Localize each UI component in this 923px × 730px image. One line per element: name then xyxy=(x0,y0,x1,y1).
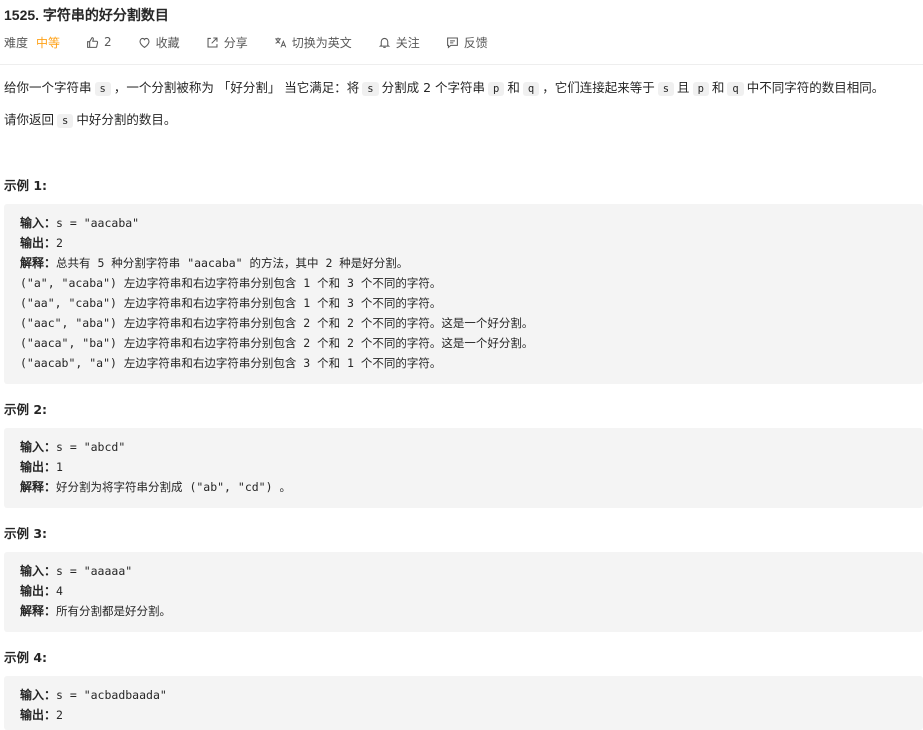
explain-line: 所有分割都是好分割。 xyxy=(56,604,172,618)
feedback-label: 反馈 xyxy=(463,35,488,50)
example-1-block: 输入：s = "aacaba" 输出：2 解释：总共有 5 种分割字符串 "aa… xyxy=(4,204,923,384)
header-divider xyxy=(0,64,923,65)
translate-icon xyxy=(274,37,286,48)
difficulty-label: 难度 xyxy=(4,35,29,50)
thumb-up-icon xyxy=(87,36,99,48)
example-1-title: 示例 1: xyxy=(4,178,48,193)
example-4-block: 输入：s = "acbadbaada" 输出：2 xyxy=(4,676,923,730)
difficulty-badge: 中等 xyxy=(36,35,61,50)
text: ，它们连接起来等于 xyxy=(542,80,655,95)
input-value: s = "acbadbaada" xyxy=(56,688,167,702)
input-label: 输入： xyxy=(20,688,57,702)
feedback-icon xyxy=(446,37,458,49)
inline-code: q xyxy=(522,82,540,96)
feedback-button[interactable]: 反馈 xyxy=(446,34,488,51)
explain-label: 解释： xyxy=(20,604,57,618)
bell-icon xyxy=(378,37,390,48)
translate-button[interactable]: 切换为英文 xyxy=(274,34,352,51)
explain-line: ("aacab", "a") 左边字符串和右边字符串分别包含 3 个和 1 个不… xyxy=(20,356,442,370)
text: 和 xyxy=(507,80,520,95)
follow-label: 关注 xyxy=(395,35,420,50)
inline-code: s xyxy=(57,114,74,128)
share-label: 分享 xyxy=(223,35,248,50)
explain-line: ("aac", "aba") 左边字符串和右边字符串分别包含 2 个和 2 个不… xyxy=(20,316,534,330)
description-paragraph-1: 给你一个字符串 s ，一个分割被称为 「好分割」 当它满足：将 s 分割成 2 个字符串… xyxy=(4,78,884,99)
output-value: 2 xyxy=(56,708,63,722)
text: 请你返回 xyxy=(4,112,55,127)
text: 中不同字符的数目相同。 xyxy=(746,80,885,95)
input-value: s = "abcd" xyxy=(56,440,126,454)
input-value: s = "aacaba" xyxy=(56,216,140,230)
inline-code: p xyxy=(692,82,709,96)
like-button[interactable]: 2 xyxy=(86,35,112,49)
text: 且 xyxy=(677,80,690,95)
example-3-block: 输入：s = "aaaaa" 输出：4 解释：所有分割都是好分割。 xyxy=(4,552,923,632)
text: 分割成 2 个字符串 xyxy=(381,80,486,95)
follow-button[interactable]: 关注 xyxy=(378,34,420,51)
inline-code: q xyxy=(727,82,744,96)
inline-code: s xyxy=(657,82,675,96)
share-icon xyxy=(207,37,218,47)
input-value: s = "aaaaa" xyxy=(56,564,133,578)
output-label: 输出： xyxy=(20,708,57,722)
share-button[interactable]: 分享 xyxy=(206,34,248,51)
example-4-title: 示例 4: xyxy=(4,650,48,665)
input-label: 输入： xyxy=(20,564,57,578)
translate-label: 切换为英文 xyxy=(291,35,352,50)
explain-label: 解释： xyxy=(20,256,57,270)
output-label: 输出： xyxy=(20,584,57,598)
example-2-block: 输入：s = "abcd" 输出：1 解释：好分割为将字符串分割成 ("ab",… xyxy=(4,428,923,508)
example-2-title: 示例 2: xyxy=(4,402,48,417)
inline-code: s xyxy=(94,82,111,96)
explain-line: ("aa", "caba") 左边字符串和右边字符串分别包含 1 个和 3 个不… xyxy=(20,296,442,310)
text: 给你一个字符串 xyxy=(4,80,92,95)
output-label: 输出： xyxy=(20,460,57,474)
text: 和 xyxy=(711,80,725,95)
text: ，一个分割被称为 「好分割」 当它满足：将 xyxy=(113,80,360,95)
description-paragraph-2: 请你返回 s 中好分割的数目。 xyxy=(4,110,176,131)
heart-icon xyxy=(139,37,150,48)
favorite-label: 收藏 xyxy=(155,35,180,50)
like-count: 2 xyxy=(104,35,112,49)
output-label: 输出： xyxy=(20,236,57,250)
explain-line: 好分割为将字符串分割成 ("ab", "cd") 。 xyxy=(56,480,291,494)
input-label: 输入： xyxy=(20,216,57,230)
output-value: 4 xyxy=(56,584,63,598)
explain-label: 解释： xyxy=(20,480,57,494)
inline-code: s xyxy=(362,82,379,96)
input-label: 输入： xyxy=(20,440,57,454)
output-value: 1 xyxy=(56,460,63,474)
explain-line: ("aaca", "ba") 左边字符串和右边字符串分别包含 2 个和 2 个不… xyxy=(20,336,534,350)
explain-line: ("a", "acaba") 左边字符串和右边字符串分别包含 1 个和 3 个不… xyxy=(20,276,442,290)
output-value: 2 xyxy=(56,236,63,250)
favorite-button[interactable]: 收藏 xyxy=(138,34,180,51)
text: 中好分割的数目。 xyxy=(76,112,177,127)
inline-code: p xyxy=(488,82,505,96)
example-3-title: 示例 3: xyxy=(4,526,48,541)
problem-meta-bar: 难度 中等 2 收藏 分享 切换为英文 关注 反馈 xyxy=(4,33,514,51)
explain-line: 总共有 5 种分割字符串 "aacaba" 的方法，其中 2 种是好分割。 xyxy=(56,256,409,270)
problem-title: 1525. 字符串的好分割数目 xyxy=(4,7,169,23)
